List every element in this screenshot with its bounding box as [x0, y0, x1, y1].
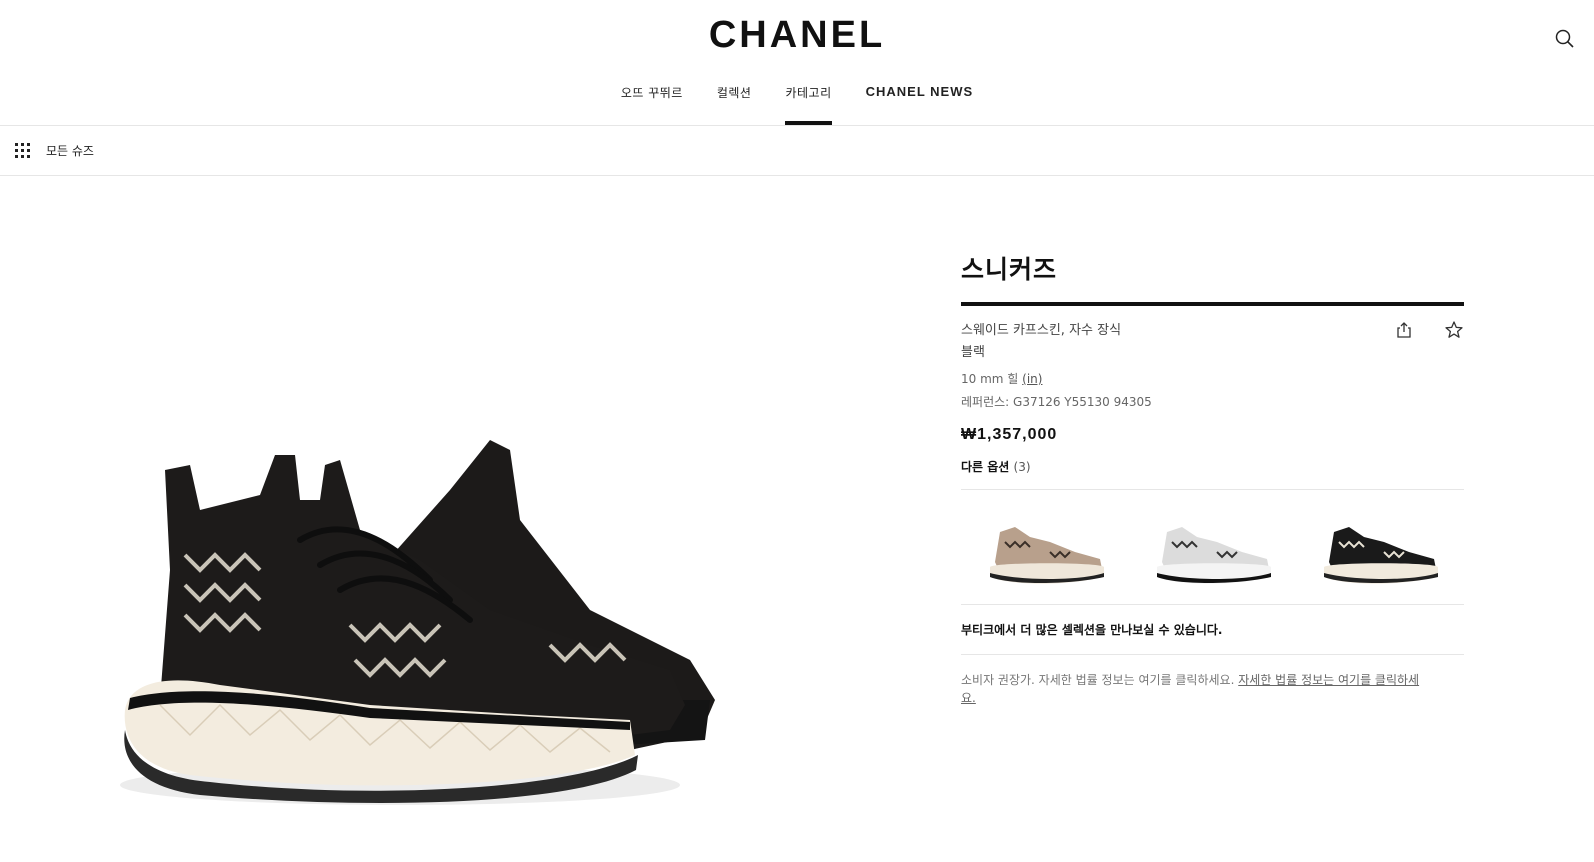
other-options-label: 다른 옵션 (3) — [961, 458, 1464, 475]
nav-haute-couture[interactable]: 오뜨 꾸뛰르 — [621, 82, 683, 125]
main-nav: 오뜨 꾸뛰르 컬렉션 카테고리 CHANEL NEWS — [0, 82, 1594, 125]
search-button[interactable] — [1554, 28, 1576, 50]
nav-chanel-news[interactable]: CHANEL NEWS — [866, 82, 974, 125]
share-icon — [1397, 322, 1411, 338]
sneaker-thumbnail-beige — [989, 527, 1104, 584]
category-bar: 모든 슈즈 — [0, 126, 1594, 176]
option-black[interactable] — [1295, 497, 1462, 597]
chanel-logo[interactable]: CHANEL — [0, 14, 1594, 57]
sneaker-image — [120, 440, 715, 805]
other-options-list — [961, 489, 1464, 605]
heel-height: 10 mm 힐 (in) — [961, 368, 1464, 391]
star-icon — [1445, 321, 1463, 338]
reference-number: 레퍼런스: G37126 Y55130 94305 — [961, 395, 1152, 409]
other-options-text: 다른 옵션 — [961, 460, 1010, 474]
product-price: ₩1,357,000 — [961, 426, 1058, 443]
heel-height-value: 10 mm 힐 — [961, 372, 1019, 386]
boutique-notice: 부티크에서 더 많은 셀렉션을 만나보실 수 있습니다. — [961, 605, 1464, 655]
wishlist-button[interactable] — [1444, 320, 1464, 340]
title-divider — [961, 302, 1464, 306]
product-actions — [1394, 320, 1464, 340]
grid-icon — [15, 143, 30, 158]
option-beige[interactable] — [961, 497, 1128, 597]
product-details: 스니커즈 스웨이드 카프스킨, 자수 장식 블랙 10 mm 힐 (in) 레퍼… — [961, 250, 1464, 707]
unit-toggle-link[interactable]: (in) — [1022, 372, 1042, 386]
grid-menu-button[interactable] — [15, 143, 31, 159]
sneaker-thumbnail-white — [1156, 527, 1271, 584]
other-options-count: (3) — [1013, 460, 1031, 474]
option-white[interactable] — [1128, 497, 1295, 597]
legal-notice: 소비자 권장가. 자세한 법률 정보는 여기를 클릭하세요. 자세한 법률 정보… — [961, 671, 1421, 707]
nav-category[interactable]: 카테고리 — [785, 82, 832, 125]
product-title: 스니커즈 — [961, 255, 1058, 284]
search-icon — [1555, 29, 1574, 48]
legal-text: 소비자 권장가. 자세한 법률 정보는 여기를 클릭하세요. — [961, 673, 1235, 687]
all-shoes-link[interactable]: 모든 슈즈 — [46, 142, 94, 159]
nav-collection[interactable]: 컬렉션 — [717, 82, 752, 125]
share-button[interactable] — [1394, 320, 1414, 340]
sneaker-thumbnail-black — [1323, 527, 1438, 584]
product-meta: 10 mm 힐 (in) 레퍼런스: G37126 Y55130 94305 — [961, 368, 1464, 414]
site-header: CHANEL 오뜨 꾸뛰르 컬렉션 카테고리 CHANEL NEWS — [0, 0, 1594, 126]
product-image[interactable] — [70, 430, 730, 820]
product-material: 스웨이드 카프스킨, 자수 장식 — [961, 323, 1122, 338]
product-description: 스웨이드 카프스킨, 자수 장식 블랙 — [961, 320, 1464, 364]
product-color: 블랙 — [961, 345, 985, 360]
